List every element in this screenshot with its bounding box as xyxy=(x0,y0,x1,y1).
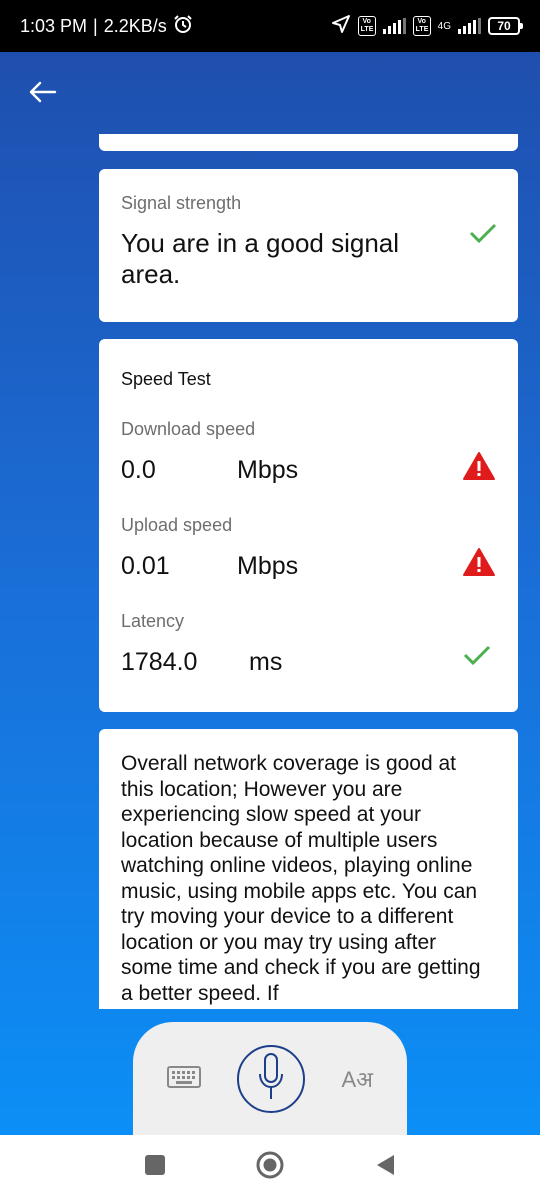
previous-card xyxy=(99,134,518,151)
upload-unit: Mbps xyxy=(237,552,299,580)
location-arrow-icon xyxy=(331,14,351,39)
download-value: 0.0 xyxy=(121,456,156,484)
download-metric: Download speed 0.0 Mbps xyxy=(121,419,496,485)
status-right: Vo LTE Vo LTE 4G 70 xyxy=(331,14,523,39)
microphone-button[interactable] xyxy=(237,1045,306,1113)
warning-icon xyxy=(462,547,496,582)
download-row: 0.0 Mbps xyxy=(121,456,496,485)
voice-input-panel: Aअ xyxy=(133,1022,407,1135)
download-label: Download speed xyxy=(121,419,256,439)
sim2-signal-icon xyxy=(458,18,481,34)
latency-row: 1784.0 ms xyxy=(121,648,496,677)
latency-metric: Latency 1784.0 ms xyxy=(121,611,496,677)
speed-test-title: Speed Test xyxy=(121,369,211,389)
advice-text: Overall network coverage is good at this… xyxy=(121,752,481,1005)
download-unit: Mbps xyxy=(237,456,299,484)
advice-card: Overall network coverage is good at this… xyxy=(99,729,518,1009)
upload-metric: Upload speed 0.01 Mbps xyxy=(121,515,496,581)
status-separator: | xyxy=(93,15,98,36)
signal-strength-label: Signal strength xyxy=(121,193,242,213)
recents-square-icon[interactable] xyxy=(144,1154,166,1181)
warning-icon xyxy=(462,451,496,486)
status-network-speed: 2.2KB/s xyxy=(103,15,167,36)
back-triangle-icon[interactable] xyxy=(374,1153,396,1182)
speed-test-card: Speed Test Download speed 0.0 Mbps Uploa… xyxy=(99,339,518,712)
sim2-volte-badge: Vo LTE xyxy=(412,16,431,36)
upload-value: 0.01 xyxy=(121,552,170,580)
battery-icon: 70 xyxy=(488,17,523,35)
sim1-volte-badge: Vo LTE xyxy=(357,16,376,36)
back-button[interactable] xyxy=(22,76,62,112)
navigation-bar xyxy=(0,1135,540,1200)
battery-level: 70 xyxy=(497,19,511,33)
signal-strength-card: Signal strength You are in a good signal… xyxy=(99,169,518,322)
check-icon xyxy=(468,221,498,250)
latency-label: Latency xyxy=(121,611,185,631)
status-bar: 1:03 PM | 2.2KB/s Vo LTE Vo LTE 4G 70 xyxy=(0,0,540,52)
back-arrow-icon xyxy=(27,80,57,109)
latency-value: 1784.0 xyxy=(121,648,198,676)
upload-row: 0.01 Mbps xyxy=(121,552,496,581)
alarm-icon xyxy=(173,14,193,39)
status-time: 1:03 PM xyxy=(20,15,88,36)
keyboard-icon[interactable] xyxy=(167,1065,201,1094)
network-type: 4G xyxy=(437,20,451,32)
language-toggle-icon[interactable]: Aअ xyxy=(342,1064,373,1094)
home-circle-icon[interactable] xyxy=(255,1150,285,1185)
check-icon xyxy=(462,643,492,672)
upload-label: Upload speed xyxy=(121,515,233,535)
sim1-signal-icon xyxy=(382,18,406,34)
microphone-icon xyxy=(257,1052,285,1107)
status-left: 1:03 PM | 2.2KB/s xyxy=(20,14,193,39)
app-content: Signal strength You are in a good signal… xyxy=(0,52,540,1135)
signal-strength-message: You are in a good signal area. xyxy=(121,228,400,289)
latency-unit: ms xyxy=(249,648,283,676)
